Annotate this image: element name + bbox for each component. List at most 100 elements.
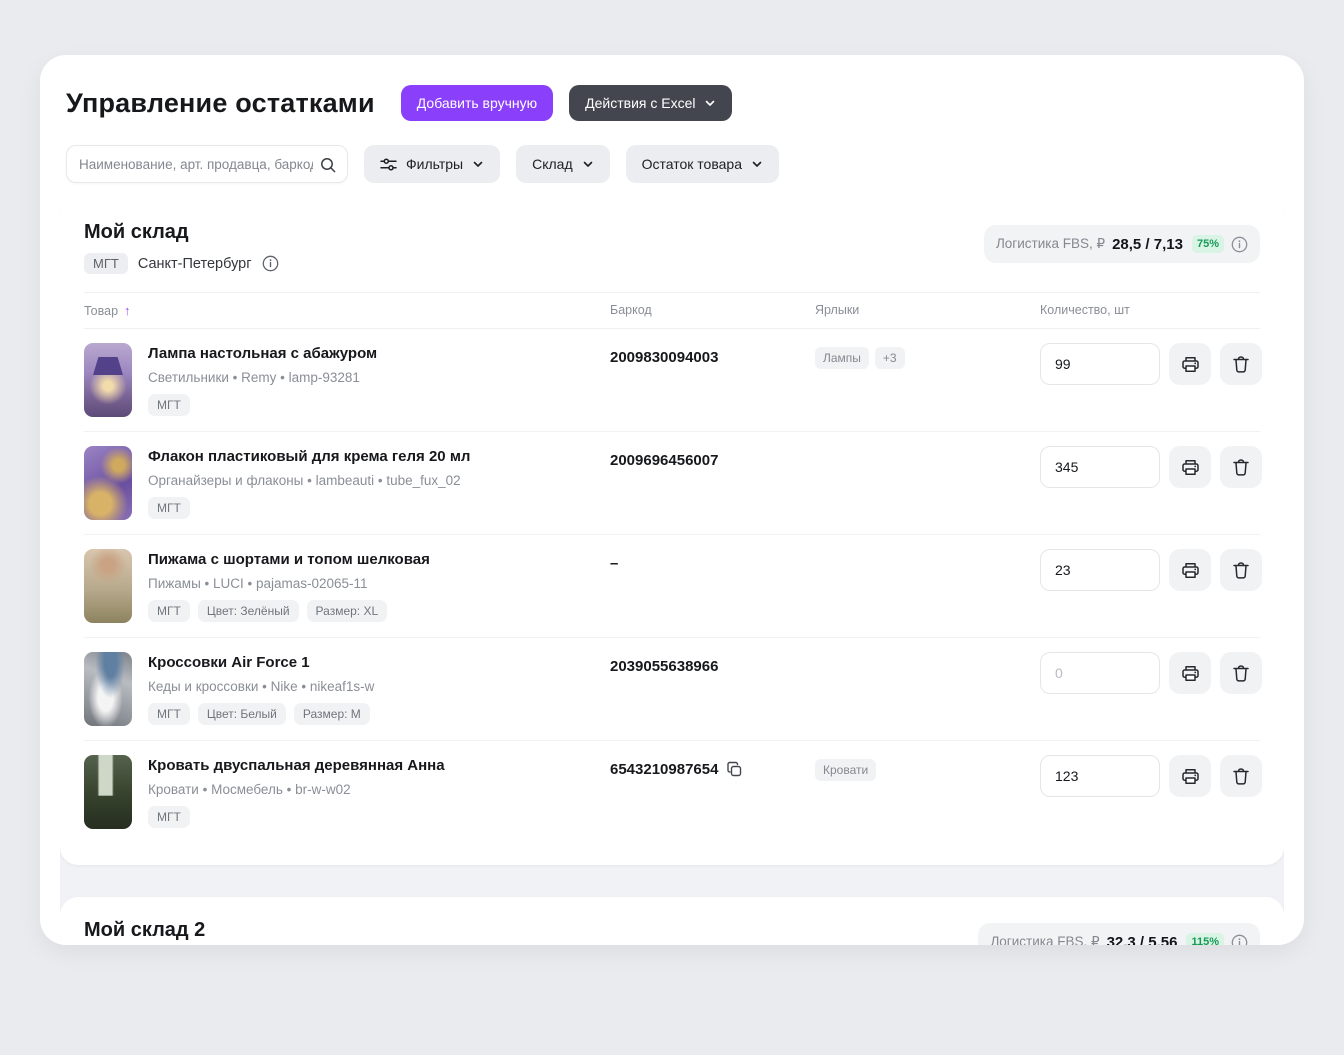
barcode-value: 6543210987654 [610, 761, 718, 778]
trash-icon [1232, 355, 1250, 374]
product-badges: МГТ [148, 806, 445, 828]
product-title: Пижама с шортами и топом шелковая [148, 549, 430, 570]
warehouse-header: Мой склад МГТ Санкт-Петербург Логистика … [84, 221, 1260, 274]
barcode-value: 2009830094003 [610, 349, 718, 366]
barcode-value: 2009696456007 [610, 452, 718, 469]
quantity-input[interactable] [1040, 549, 1160, 591]
label-chips [815, 446, 1040, 450]
product-title: Кроссовки Air Force 1 [148, 652, 374, 673]
search-icon [319, 156, 337, 174]
product-badge: МГТ [148, 394, 190, 416]
info-icon[interactable] [262, 255, 279, 272]
delete-button[interactable] [1220, 343, 1262, 385]
label-chip[interactable]: Кровати [815, 759, 876, 781]
delete-button[interactable] [1220, 446, 1262, 488]
warehouse-name: Мой склад [84, 221, 279, 244]
logistics-pill: Логистика FBS, ₽ 32,3 / 5,56 115% [978, 923, 1260, 945]
logistics-label: Логистика FBS, ₽ [996, 236, 1105, 252]
quantity-input[interactable] [1040, 755, 1160, 797]
warehouse-list: Мой склад МГТ Санкт-Петербург Логистика … [60, 199, 1284, 945]
printer-icon [1181, 767, 1200, 786]
quantity-input[interactable] [1040, 446, 1160, 488]
filters-label: Фильтры [406, 156, 463, 172]
table-row: Кровать двуспальная деревянная Анна Кров… [84, 741, 1260, 843]
product-image [84, 755, 132, 829]
info-icon[interactable] [1231, 236, 1248, 253]
add-manual-label: Добавить вручную [417, 95, 537, 111]
product-meta: Светильники • Remy • lamp-93281 [148, 370, 377, 385]
warehouse-card-1: Мой склад МГТ Санкт-Петербург Логистика … [60, 199, 1284, 865]
stock-filter-button[interactable]: Остаток товара [626, 145, 779, 183]
printer-icon [1181, 561, 1200, 580]
excel-actions-button[interactable]: Действия с Excel [569, 85, 731, 121]
delete-button[interactable] [1220, 652, 1262, 694]
product-image [84, 549, 132, 623]
table-header: Товар ↑ Баркод Ярлыки Количество, шт [84, 292, 1260, 329]
product-image [84, 343, 132, 417]
trash-icon [1232, 767, 1250, 786]
product-meta: Кеды и кроссовки • Nike • nikeaf1s-w [148, 679, 374, 694]
column-barcode: Баркод [610, 303, 815, 317]
info-icon[interactable] [1231, 934, 1248, 946]
page-header: Управление остатками Добавить вручную Де… [60, 79, 1284, 121]
print-button[interactable] [1169, 343, 1211, 385]
trash-icon [1232, 664, 1250, 683]
column-product[interactable]: Товар ↑ [84, 303, 610, 318]
warehouse-header: Мой склад 2 МГТ Волгоград Логистика FBS,… [84, 919, 1260, 945]
quantity-input[interactable] [1040, 343, 1160, 385]
warehouse-card-2: Мой склад 2 МГТ Волгоград Логистика FBS,… [60, 897, 1284, 945]
trash-icon [1232, 561, 1250, 580]
table-row: Кроссовки Air Force 1 Кеды и кроссовки •… [84, 638, 1260, 741]
search-input[interactable] [67, 146, 347, 182]
warehouse-filter-button[interactable]: Склад [516, 145, 610, 183]
trash-icon [1232, 458, 1250, 477]
column-quantity: Количество, шт [1040, 303, 1260, 317]
print-button[interactable] [1169, 446, 1211, 488]
print-button[interactable] [1169, 549, 1211, 591]
search-field [66, 145, 348, 183]
product-badge: Размер: M [294, 703, 370, 725]
product-image [84, 446, 132, 520]
label-chips [815, 549, 1040, 553]
chevron-down-icon [704, 97, 716, 109]
print-button[interactable] [1169, 652, 1211, 694]
product-title: Флакон пластиковый для крема геля 20 мл [148, 446, 470, 467]
label-chip[interactable]: +3 [875, 347, 905, 369]
warehouse-tag-badge: МГТ [84, 253, 128, 274]
logistics-percent-badge: 75% [1192, 235, 1224, 253]
delete-button[interactable] [1220, 549, 1262, 591]
quantity-input[interactable] [1040, 652, 1160, 694]
warehouse-city: Санкт-Петербург [138, 256, 252, 272]
logistics-label: Логистика FBS, ₽ [990, 934, 1099, 945]
product-badge: МГТ [148, 806, 190, 828]
product-badges: МГТЦвет: ЗелёныйРазмер: XL [148, 600, 430, 622]
product-title: Лампа настольная с абажуром [148, 343, 377, 364]
chevron-down-icon [472, 158, 484, 170]
copy-icon[interactable] [726, 761, 743, 778]
product-badge: МГТ [148, 600, 190, 622]
stock-management-page: Управление остатками Добавить вручную Де… [40, 55, 1304, 945]
delete-button[interactable] [1220, 755, 1262, 797]
barcode-value: 2039055638966 [610, 658, 718, 675]
filters-toolbar: Фильтры Склад Остаток товара [66, 145, 1278, 183]
table-row: Лампа настольная с абажуром Светильники … [84, 329, 1260, 432]
warehouse-filter-label: Склад [532, 156, 573, 172]
table-row: Флакон пластиковый для крема геля 20 мл … [84, 432, 1260, 535]
product-meta: Пижамы • LUCI • pajamas-02065-11 [148, 576, 430, 591]
label-chip[interactable]: Лампы [815, 347, 869, 369]
label-chips [815, 652, 1040, 656]
printer-icon [1181, 664, 1200, 683]
chevron-down-icon [582, 158, 594, 170]
add-manual-button[interactable]: Добавить вручную [401, 85, 553, 121]
label-chips: Лампы +3 [815, 343, 1040, 369]
table-row: Пижама с шортами и топом шелковая Пижамы… [84, 535, 1260, 638]
warehouse-name: Мой склад 2 [84, 919, 234, 942]
print-button[interactable] [1169, 755, 1211, 797]
product-meta: Кровати • Мосмебель • br-w-w02 [148, 782, 445, 797]
product-badges: МГТЦвет: БелыйРазмер: M [148, 703, 374, 725]
product-badge: МГТ [148, 703, 190, 725]
chevron-down-icon [751, 158, 763, 170]
filters-button[interactable]: Фильтры [364, 145, 500, 183]
product-badge: МГТ [148, 497, 190, 519]
product-image [84, 652, 132, 726]
